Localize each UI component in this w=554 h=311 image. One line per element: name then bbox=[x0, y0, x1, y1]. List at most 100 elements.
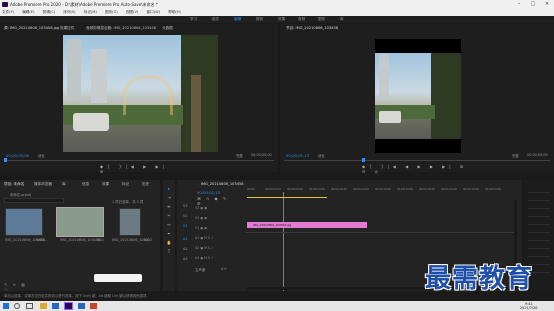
tab-info[interactable]: 信息 bbox=[82, 182, 89, 187]
track-controls[interactable]: V3 ▣ ◉ V2 ▣ ◉ V1 ▣ ◉ A1 ▣ M S ♪ A2 ▣ M S… bbox=[195, 203, 243, 263]
tree-trunk bbox=[191, 75, 201, 152]
workspace-audio[interactable]: 音频 bbox=[298, 16, 305, 23]
tab-effect-controls[interactable]: 效果控件 bbox=[60, 26, 74, 31]
tab-libraries[interactable]: 库 bbox=[62, 182, 66, 187]
file-explorer-icon[interactable] bbox=[40, 303, 47, 309]
selection-tool-icon[interactable]: ▸ bbox=[166, 186, 172, 192]
workspace-assembly[interactable]: 组件 bbox=[212, 16, 219, 23]
ruler-label: 00;00;24;29 bbox=[353, 188, 369, 191]
track-label-a2[interactable]: A2 bbox=[183, 247, 187, 251]
car bbox=[379, 111, 401, 123]
program-ratio-select[interactable]: 完整 bbox=[512, 153, 519, 158]
source-ratio-select[interactable]: 完整 bbox=[236, 153, 243, 158]
edge-icon[interactable] bbox=[52, 303, 59, 309]
project-item-duration: 5;00 bbox=[96, 238, 104, 242]
ruler-label: 00;00;19;29 bbox=[331, 188, 347, 191]
timeline-timecode[interactable]: 00;00;01;13 bbox=[197, 190, 220, 195]
close-button[interactable]: × bbox=[540, 0, 554, 9]
timeline-tool-buttons[interactable]: ⌘ ∩ ◆ ✎ ⚙ bbox=[197, 196, 237, 206]
project-thumbnail[interactable] bbox=[119, 208, 141, 236]
track-select-tool-icon[interactable]: ⇥ bbox=[166, 195, 172, 201]
menu-help[interactable]: 帮助(H) bbox=[168, 10, 181, 14]
master-track-value[interactable]: 0.0 bbox=[221, 267, 226, 271]
project-thumbnail[interactable] bbox=[5, 208, 43, 236]
hand-tool-icon[interactable]: ✋ bbox=[166, 240, 172, 246]
source-scrubber[interactable] bbox=[4, 160, 274, 161]
input-method-toolbar[interactable] bbox=[94, 274, 142, 282]
workspace-learn[interactable]: 学习 bbox=[190, 16, 197, 23]
menu-edit[interactable]: 编辑(E) bbox=[22, 10, 34, 14]
track-label-v1[interactable]: V1 bbox=[183, 224, 187, 228]
menu-file[interactable]: 文件(F) bbox=[2, 10, 14, 14]
ruler-label: 00;00;39;28 bbox=[419, 188, 435, 191]
tab-media-browser[interactable]: 媒体浏览器 bbox=[34, 182, 52, 187]
ruler-label: 00;00;14;29 bbox=[309, 188, 325, 191]
project-search-input[interactable] bbox=[4, 198, 64, 203]
track-label-v2[interactable]: V2 bbox=[183, 214, 187, 218]
timeline-clip[interactable]: IMG_20210806_103458.jpg bbox=[247, 222, 367, 228]
track-label-v3[interactable]: V3 bbox=[183, 204, 187, 208]
app-icon[interactable] bbox=[90, 303, 97, 309]
tab-metadata[interactable]: 元数据 bbox=[162, 26, 173, 31]
slip-tool-icon[interactable]: ↔ bbox=[166, 222, 172, 228]
source-timecode[interactable]: 00;00;00;00 bbox=[6, 153, 29, 158]
type-tool-icon[interactable]: T bbox=[166, 249, 172, 255]
ruler-label: 00;00;44;28 bbox=[441, 188, 457, 191]
menu-marker[interactable]: 标记(M) bbox=[84, 10, 97, 14]
workspace-graphics[interactable]: 图形 bbox=[318, 16, 325, 23]
track-label-a3[interactable]: A3 bbox=[183, 257, 187, 261]
project-panel: 项目: 未命名 媒体浏览器 库 信息 效果 标记 历史 未命名.prproj 1… bbox=[0, 180, 160, 292]
work-area-bar[interactable] bbox=[247, 197, 327, 198]
menu-clip[interactable]: 剪辑(C) bbox=[43, 10, 56, 14]
tab-audio-clip-mixer[interactable]: 音频剪辑混合器: IMG_20210806_103458 bbox=[86, 26, 156, 31]
car bbox=[73, 113, 109, 131]
source-playhead[interactable] bbox=[4, 158, 7, 162]
project-selection-count: 1 项已选择，共 3 项 bbox=[112, 200, 144, 204]
project-view-buttons[interactable]: ✎ ≡ ▦ ○ bbox=[4, 282, 34, 292]
tab-project[interactable]: 项目: 未命名 bbox=[4, 182, 24, 187]
tab-program[interactable]: 节目: IMG_20210806_103458 bbox=[286, 26, 338, 31]
program-transport-controls[interactable]: ◆{ }|◀ ◀ ▶ ▶ ▶| ⊞ ⊟ ◎ bbox=[362, 164, 472, 174]
ruler-label: 00;00;29;29 bbox=[375, 188, 391, 191]
word-icon[interactable] bbox=[78, 303, 85, 309]
workspace-color[interactable]: 颜色 bbox=[256, 16, 263, 23]
workspace-effects[interactable]: 效果 bbox=[278, 16, 285, 23]
track-label-a1[interactable]: A1 bbox=[183, 237, 187, 241]
ruler-label: 00;00;54;28 bbox=[485, 188, 501, 191]
start-menu-icon[interactable] bbox=[3, 303, 9, 309]
minimize-button[interactable]: – bbox=[512, 0, 526, 9]
clock[interactable]: 9:42 2021/7/28 bbox=[520, 302, 537, 310]
pen-tool-icon[interactable]: ✒ bbox=[166, 231, 172, 237]
workspace-libraries[interactable]: 库 bbox=[340, 16, 344, 23]
project-thumbnail-selected[interactable] bbox=[56, 207, 104, 237]
tab-history[interactable]: 历史 bbox=[142, 182, 149, 187]
task-view-icon[interactable] bbox=[26, 303, 33, 309]
tab-effects[interactable]: 效果 bbox=[102, 182, 109, 187]
menu-sequence[interactable]: 序列(S) bbox=[63, 10, 75, 14]
timeline-playhead[interactable] bbox=[283, 192, 284, 291]
tab-sequence[interactable]: IMG_20210806_103458 bbox=[201, 182, 244, 186]
tab-source[interactable]: 源: IMG_20210806_103458.jpg bbox=[4, 26, 59, 31]
menu-graphics[interactable]: 图形(G) bbox=[105, 10, 118, 14]
search-icon[interactable] bbox=[14, 303, 20, 309]
source-duration: 00;00;05;00 bbox=[251, 153, 272, 157]
program-playhead[interactable] bbox=[362, 158, 365, 162]
ruler-label: 00;00;49;28 bbox=[463, 188, 479, 191]
ruler-label: 00;00;04;29 bbox=[265, 188, 281, 191]
source-transport-controls[interactable]: ◆{ }|◀ ▶ ▶| ⊞ bbox=[100, 164, 180, 174]
menu-window[interactable]: 窗口(W) bbox=[147, 10, 161, 14]
tab-markers[interactable]: 标记 bbox=[122, 182, 129, 187]
workspace-editing[interactable]: 编辑 bbox=[234, 16, 241, 23]
master-track-label: 主声道 bbox=[195, 268, 206, 272]
menu-view[interactable]: 视图(V) bbox=[126, 10, 138, 14]
source-fit-select[interactable]: 适合 bbox=[38, 153, 45, 158]
razor-tool-icon[interactable]: ✂ bbox=[166, 213, 172, 219]
timeline-ruler[interactable]: 00;00 00;00;04;29 00;00;09;29 00;00;14;2… bbox=[247, 188, 517, 192]
ripple-edit-tool-icon[interactable]: ⇹ bbox=[166, 204, 172, 210]
title-bar: Adobe Premiere Pro 2020 - D:\素材\Adobe Pr… bbox=[0, 0, 554, 9]
program-fit-select[interactable]: 适合 bbox=[318, 153, 325, 158]
maximize-button[interactable]: □ bbox=[526, 0, 540, 9]
premiere-taskbar-icon[interactable] bbox=[64, 302, 73, 310]
program-scrubber[interactable] bbox=[284, 160, 550, 161]
program-timecode[interactable]: 00;00;01;13 bbox=[286, 153, 309, 158]
